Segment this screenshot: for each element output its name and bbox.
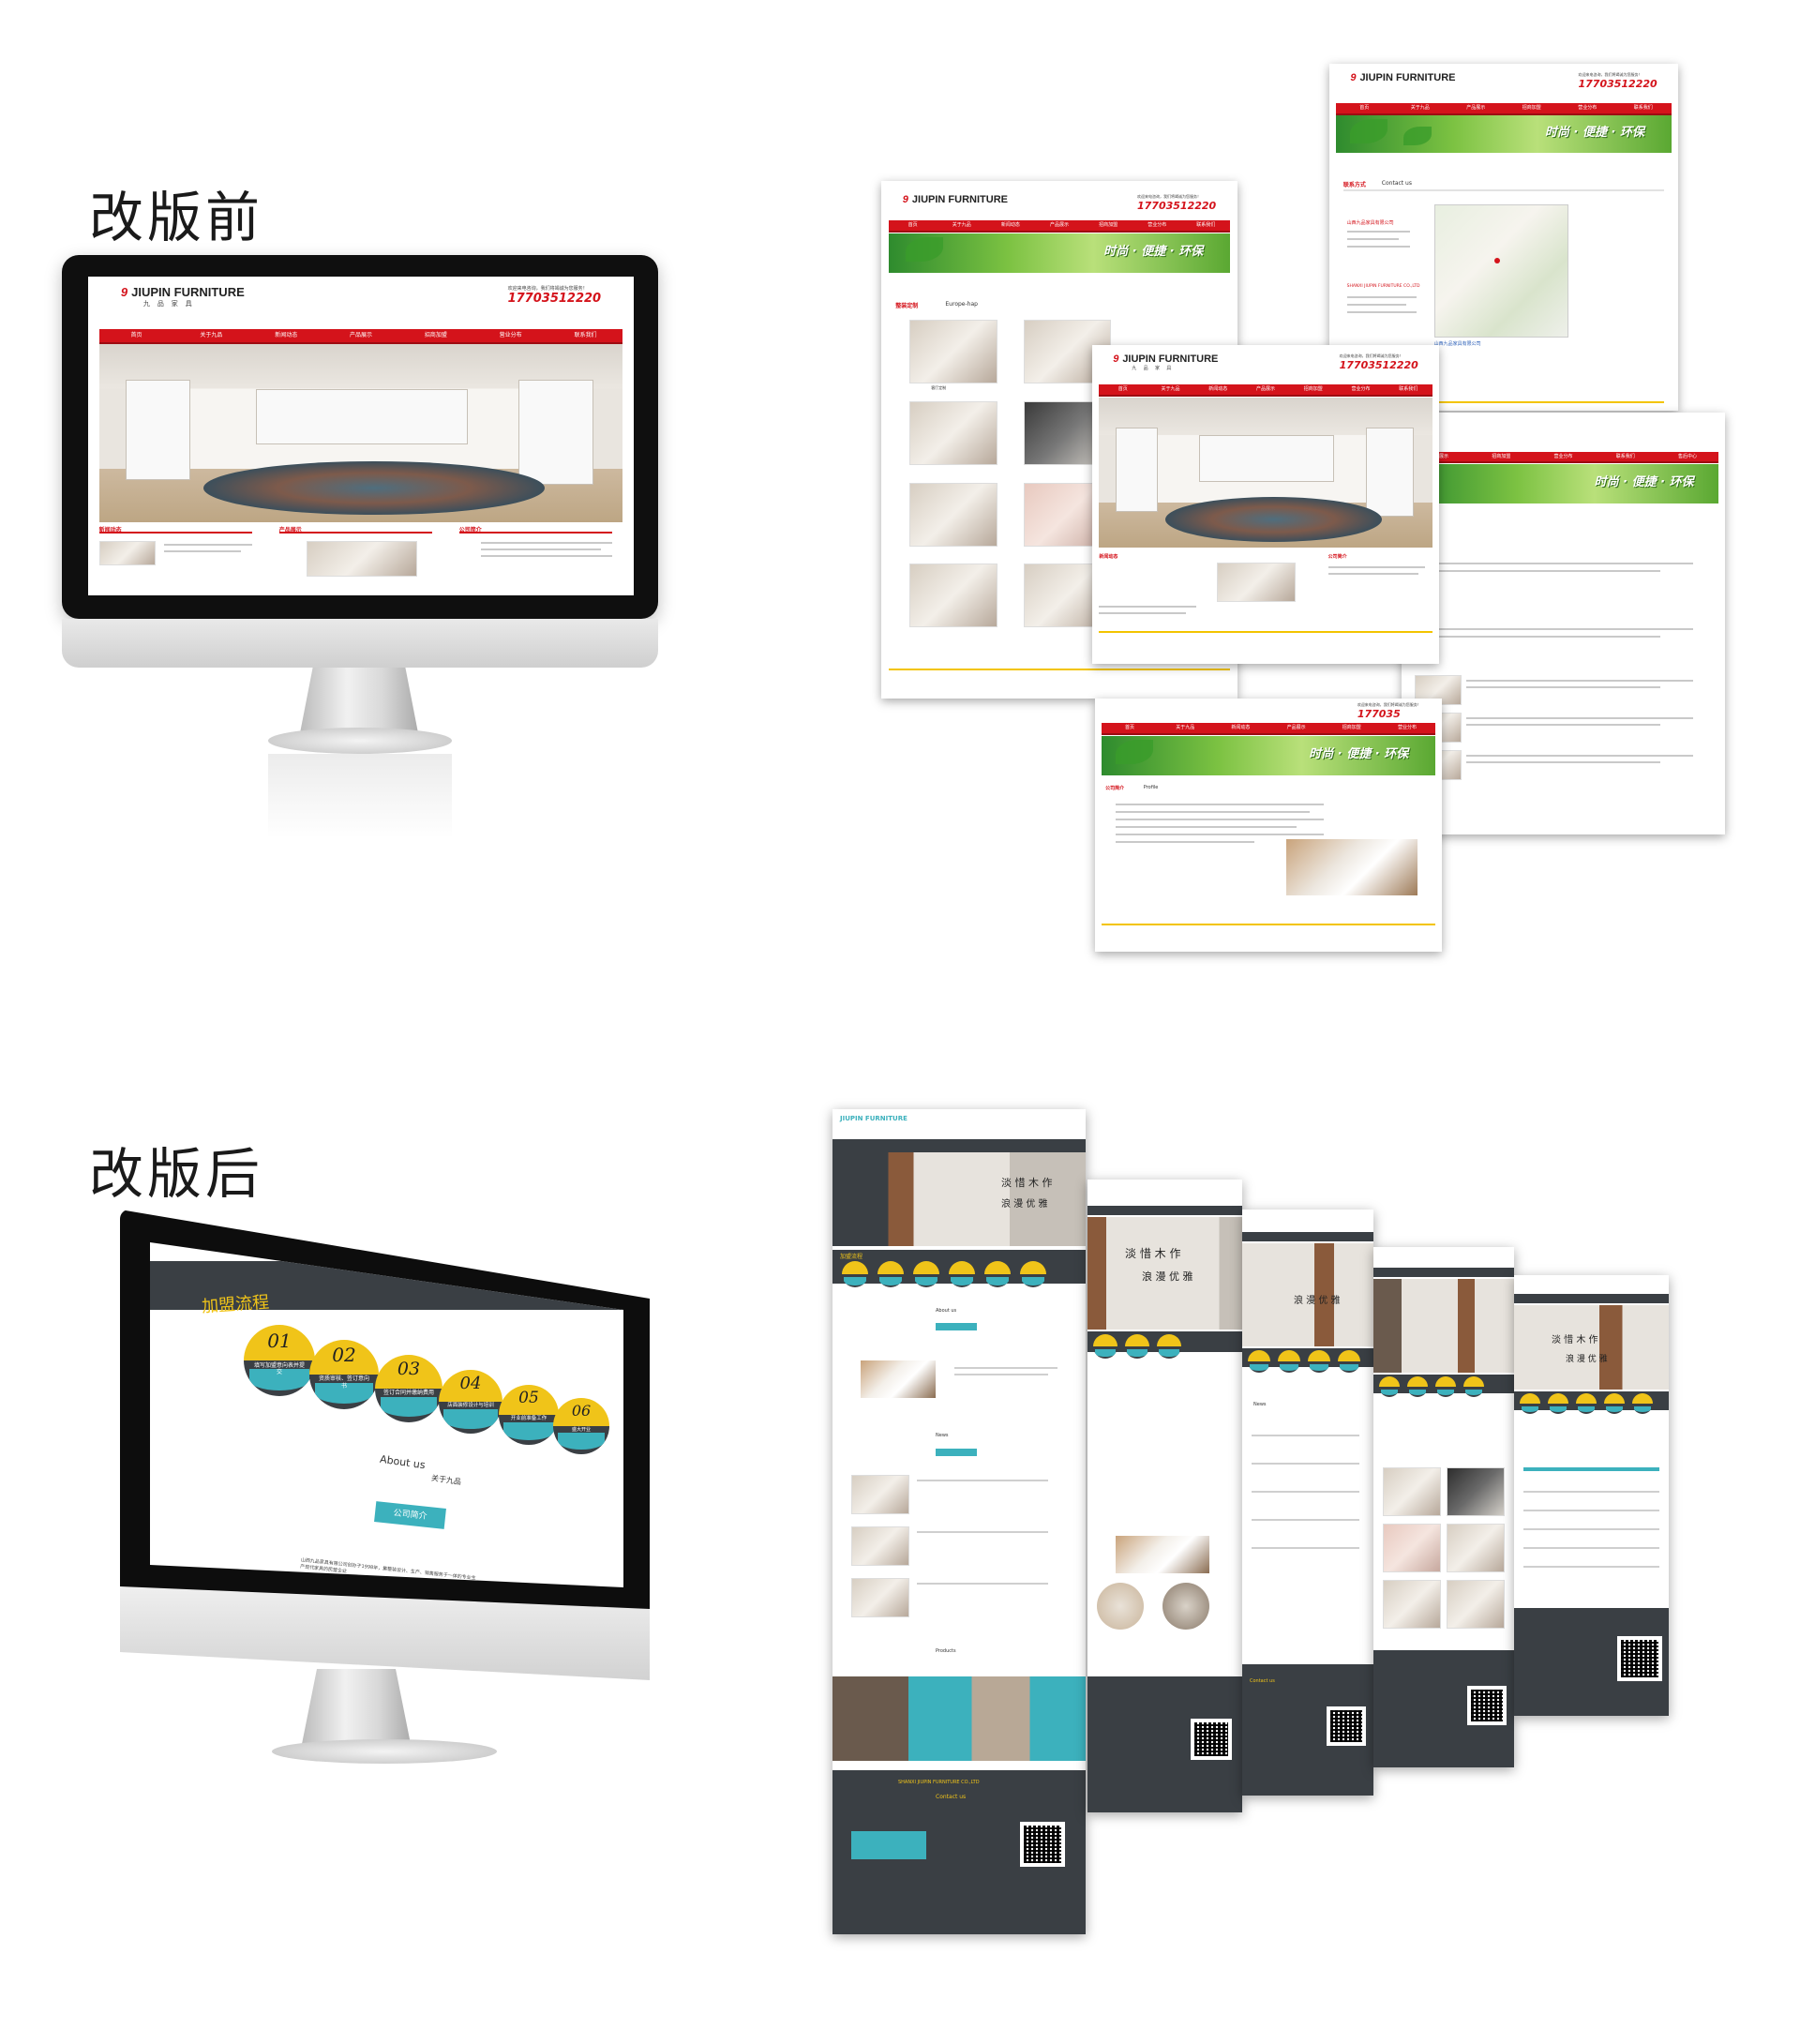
before-label: 改版前: [89, 186, 264, 249]
new-page-4-mockup: [1373, 1247, 1514, 1767]
old-news-page-mockup: 产品展示 招商加盟 营业分布 联系我们 售后中心 时尚 · 便捷 · 环保: [1402, 413, 1725, 834]
step-circle-5: 05 开业前准备工作: [499, 1385, 559, 1445]
old-monitor-screen: 9 JIUPIN FURNITURE 九 品 家 具 欢迎来电咨询，我们将竭诚为您…: [88, 277, 634, 595]
old-map: [1433, 204, 1568, 338]
step-circle-3: 03 签订合同并缴纳费用: [375, 1355, 442, 1422]
new-long-page-mockup: JIUPIN FURNITURE 淡 惜 木 作 浪 漫 优 雅 加盟流程 Ab…: [832, 1109, 1086, 1934]
old-phone: 欢迎来电咨询，我们将竭诚为您服务！ 17703512220: [507, 285, 602, 306]
old-logo: 9 JIUPIN FURNITURE 九 品 家 具: [120, 284, 245, 308]
join-process-title: 加盟流程: [201, 1292, 270, 1317]
new-page-5-mockup: 淡 惜 木 作 浪 漫 优 雅: [1514, 1275, 1669, 1716]
old-profile-page-mockup: 欢迎来电咨询，我们将竭诚为您服务！ 177035 首页 关于九品 新闻动态 产品展示 招商…: [1095, 699, 1442, 952]
old-company-heading: 公司简介: [458, 527, 482, 534]
step-circle-2: 02 资质审核、签订意向书: [309, 1340, 379, 1409]
about-us-cn: 关于九品: [430, 1473, 462, 1487]
step-circle-6: 06 盛大开业: [553, 1398, 609, 1454]
step-circle-4: 04 店面装修设计与培训: [439, 1370, 502, 1434]
about-us-en: About us: [379, 1452, 427, 1472]
after-label: 改版后: [89, 1142, 264, 1206]
old-nav: 首页 关于九品 新闻动态 产品展示 招商加盟 营业分布 联系我们: [98, 329, 623, 344]
new-page-3-mockup: 浪 漫 优 雅 News Contact us: [1242, 1210, 1373, 1796]
step-circle-1: 01 填写加盟意向表并提交: [244, 1325, 315, 1396]
about-button[interactable]: 公司简介: [374, 1501, 446, 1529]
new-page-2-mockup: 淡 惜 木 作 浪 漫 优 雅: [1088, 1180, 1242, 1812]
old-products-heading: 产品展示: [278, 527, 302, 534]
old-banner-room: [98, 344, 623, 522]
old-news-heading: 新闻动态: [98, 527, 122, 534]
old-home-page-mockup: 9 JIUPIN FURNITURE 九 品 家 具 欢迎来电咨询，我们将竭诚为您服…: [1092, 345, 1439, 664]
